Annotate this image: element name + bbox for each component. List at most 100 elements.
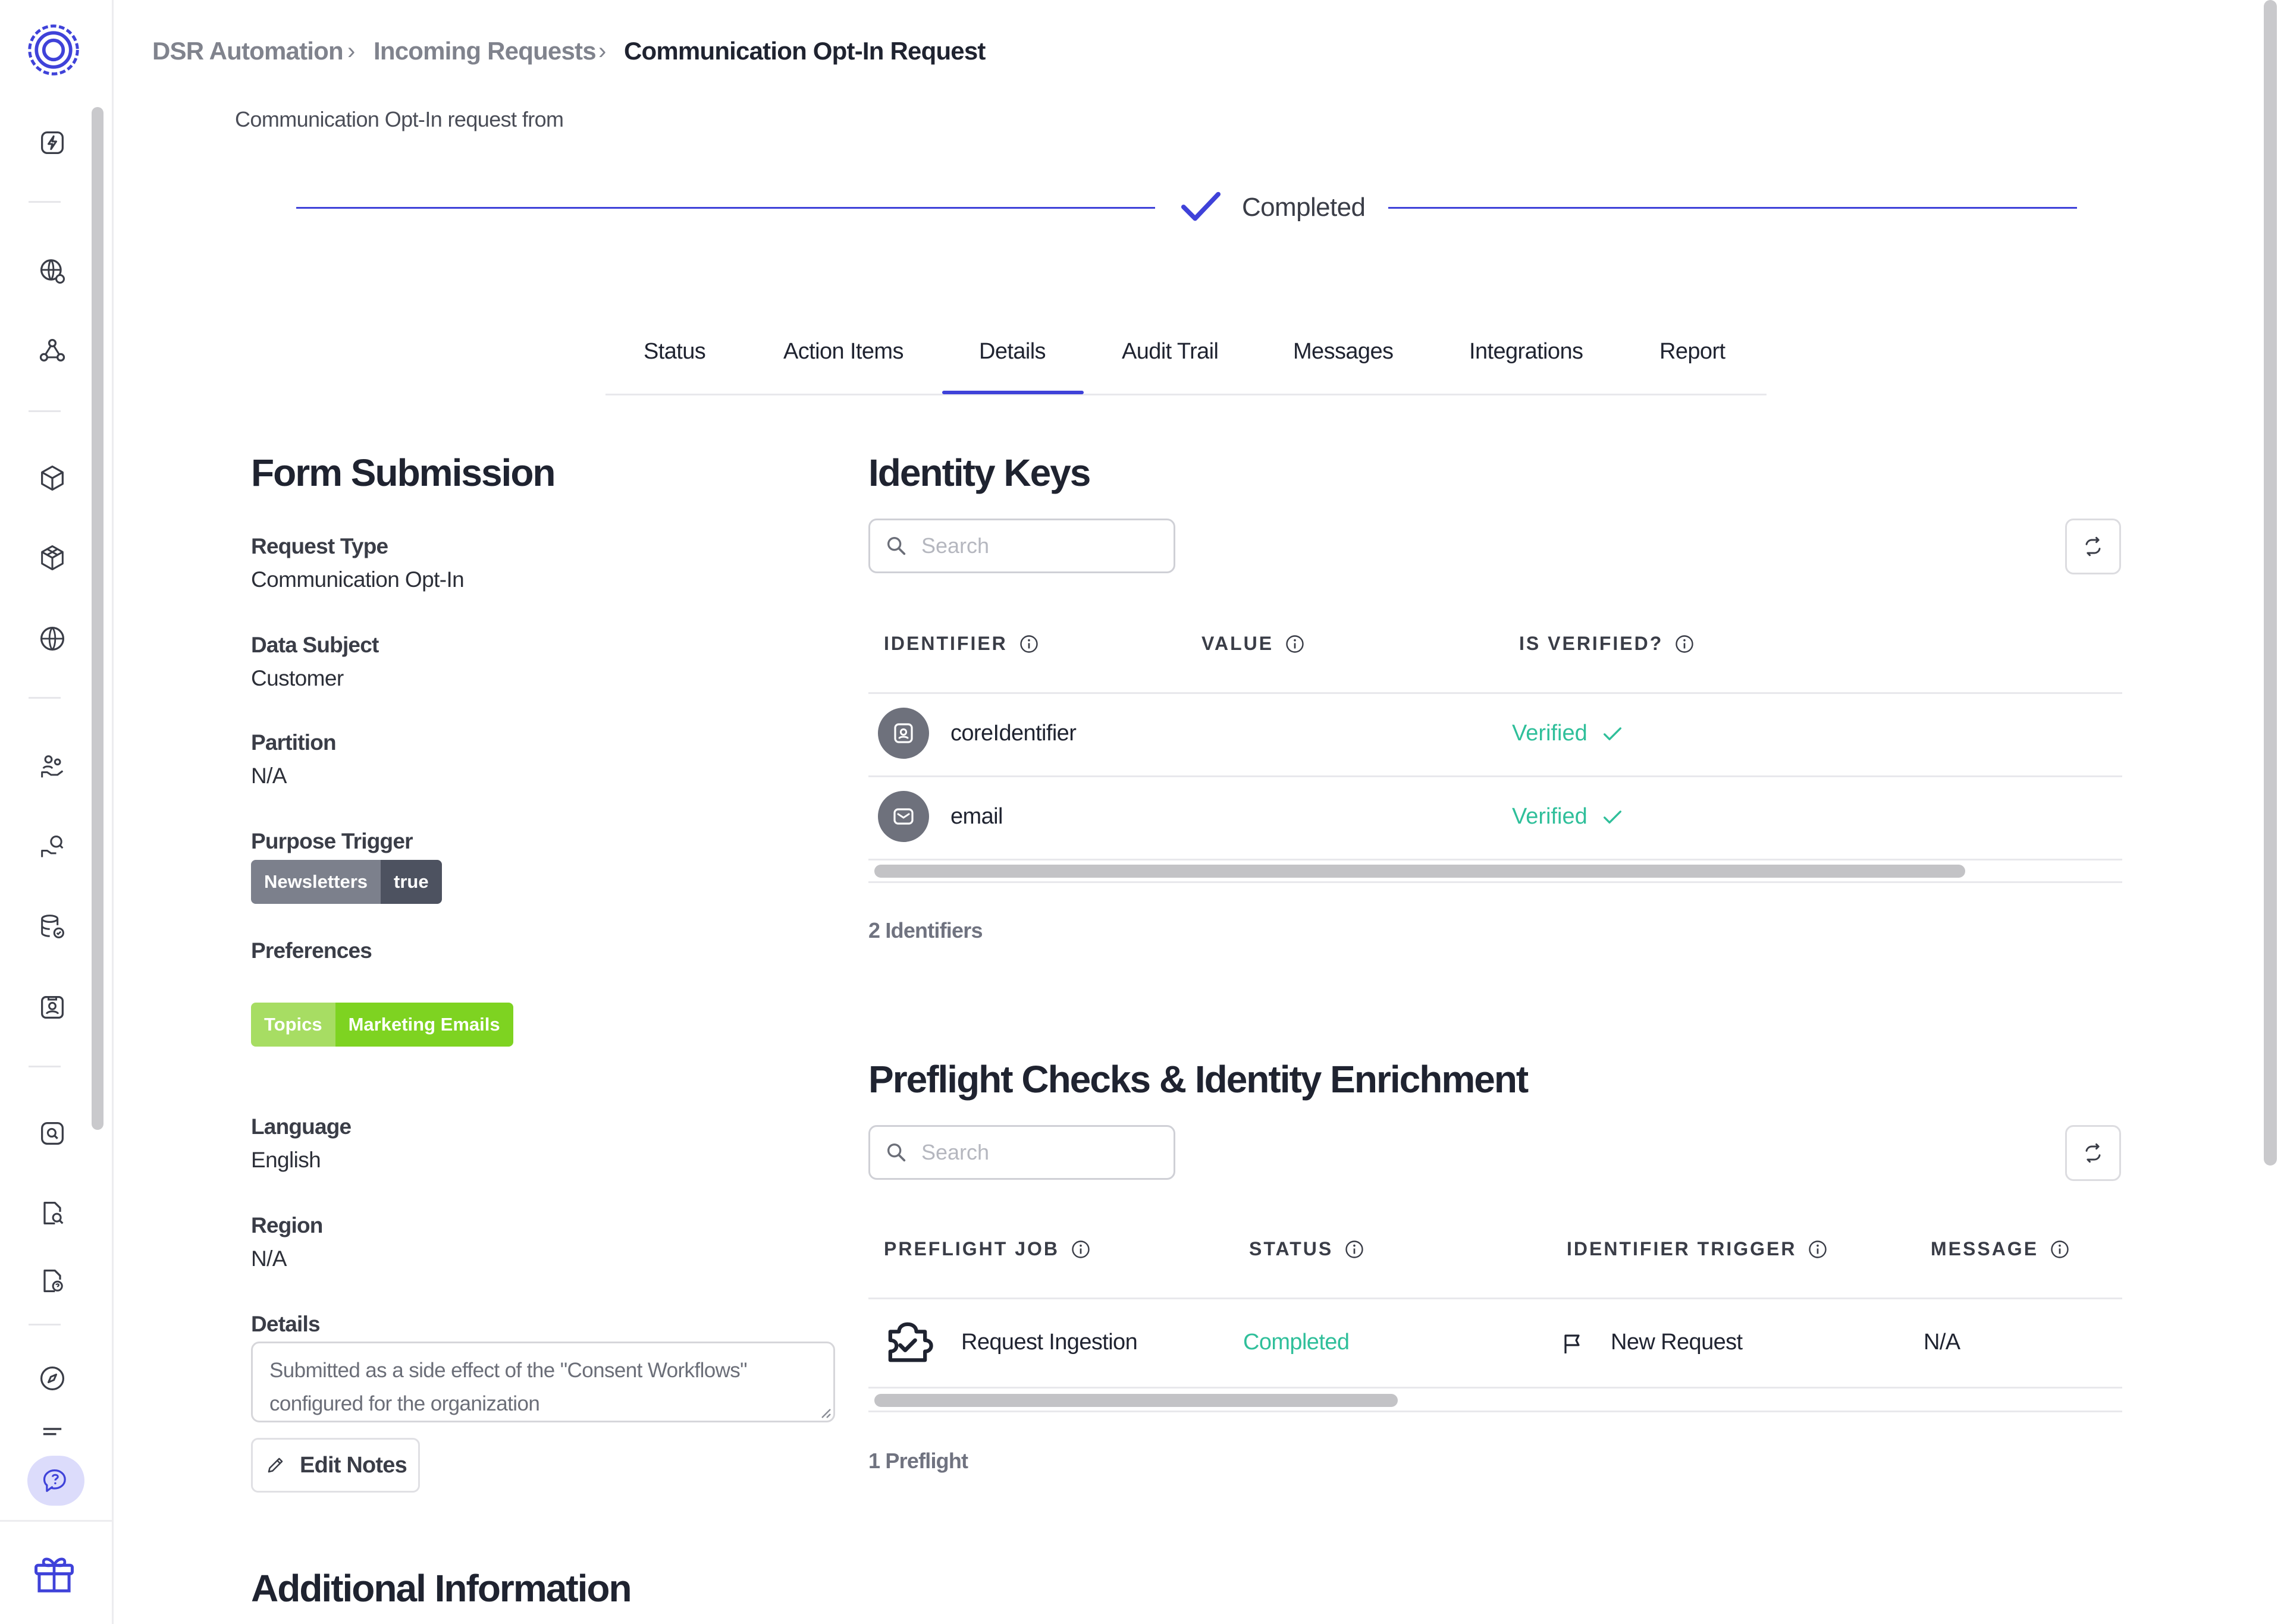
tabs-divider <box>605 394 1767 395</box>
column-preflight-job[interactable]: PREFLIGHT JOB <box>884 1238 1091 1260</box>
chevron-right-icon: › <box>347 38 356 64</box>
tab-details[interactable]: Details <box>979 339 1046 365</box>
column-value-label: VALUE <box>1201 633 1274 654</box>
resize-handle-icon[interactable] <box>820 1407 832 1419</box>
transcend-logo-icon[interactable] <box>26 23 81 77</box>
verified-label: Verified <box>1512 804 1587 829</box>
preflight-count: 1 Preflight <box>868 1449 968 1473</box>
list-icon[interactable] <box>34 1421 70 1439</box>
preflight-horizontal-scrollbar[interactable] <box>874 1394 1398 1407</box>
data-subject-label: Data Subject <box>251 633 379 657</box>
contact-card-icon[interactable] <box>34 990 70 1025</box>
search-placeholder: Search <box>921 1140 990 1164</box>
preflight-message: N/A <box>1924 1330 1960 1355</box>
identifiers-count: 2 Identifiers <box>868 918 983 943</box>
tab-integrations[interactable]: Integrations <box>1469 339 1583 365</box>
preflight-search-input[interactable]: Search <box>868 1125 1175 1180</box>
verified-status: Verified <box>1512 721 1624 746</box>
request-type-value: Communication Opt-In <box>251 567 465 592</box>
identifier-name: email <box>950 804 1003 829</box>
info-icon[interactable] <box>2049 1239 2070 1260</box>
info-icon[interactable] <box>1807 1239 1828 1260</box>
nav-scrollbar[interactable] <box>92 107 103 1130</box>
preflight-job-name: Request Ingestion <box>961 1330 1138 1355</box>
column-is-verified-label: IS VERIFIED? <box>1519 633 1664 654</box>
column-status[interactable]: STATUS <box>1249 1238 1365 1260</box>
breadcrumb-incoming-requests[interactable]: Incoming Requests <box>374 37 597 65</box>
document-question-icon[interactable] <box>34 1263 70 1299</box>
info-icon[interactable] <box>1344 1239 1365 1260</box>
gift-icon[interactable] <box>27 1545 81 1598</box>
network-nodes-icon[interactable] <box>34 333 70 369</box>
checkmark-icon <box>1603 810 1621 824</box>
preflight-title: Preflight Checks & Identity Enrichment <box>868 1058 1529 1101</box>
language-label: Language <box>251 1114 352 1139</box>
info-icon[interactable] <box>1284 633 1306 655</box>
chevron-right-icon: › <box>598 38 607 64</box>
identity-keys-refresh-button[interactable] <box>2065 519 2121 574</box>
compass-icon[interactable] <box>34 1361 70 1396</box>
progress-line-right <box>1388 207 2077 209</box>
preferences-label: Preferences <box>251 938 372 963</box>
help-button[interactable] <box>27 1456 84 1506</box>
table-divider <box>868 692 2122 694</box>
document-search-icon[interactable] <box>34 1195 70 1231</box>
column-message[interactable]: MESSAGE <box>1931 1238 2070 1260</box>
search-placeholder: Search <box>921 533 990 558</box>
tab-action-items[interactable]: Action Items <box>783 339 903 365</box>
lightning-icon[interactable] <box>34 125 70 161</box>
column-preflight-job-label: PREFLIGHT JOB <box>884 1238 1060 1259</box>
refresh-icon <box>2085 1143 2101 1163</box>
preflight-refresh-button[interactable] <box>2065 1125 2121 1181</box>
identifier-name: coreIdentifier <box>950 721 1077 746</box>
info-icon[interactable] <box>1070 1239 1091 1260</box>
cubes-icon[interactable] <box>34 540 70 576</box>
column-is-verified[interactable]: IS VERIFIED? <box>1519 633 1695 655</box>
cube-icon[interactable] <box>34 460 70 496</box>
column-value[interactable]: VALUE <box>1201 633 1306 655</box>
page-scrollbar[interactable] <box>2264 0 2277 1166</box>
preferences-value: Marketing Emails <box>335 1003 513 1047</box>
hand-search-icon[interactable] <box>34 829 70 865</box>
preflight-status: Completed <box>1243 1330 1350 1355</box>
checkmark-icon <box>1181 191 1221 221</box>
additional-information-title: Additional Information <box>251 1567 632 1610</box>
edit-notes-button[interactable]: Edit Notes <box>251 1438 420 1493</box>
identity-keys-horizontal-scrollbar[interactable] <box>874 865 1965 878</box>
checkmark-icon <box>1603 727 1621 740</box>
column-identifier-trigger[interactable]: IDENTIFIER TRIGGER <box>1567 1238 1828 1260</box>
globe-icon[interactable] <box>34 621 70 656</box>
tab-status[interactable]: Status <box>644 339 706 365</box>
breadcrumb-dsr-automation[interactable]: DSR Automation <box>152 37 344 65</box>
tab-audit-trail[interactable]: Audit Trail <box>1122 339 1219 365</box>
identity-keys-search-input[interactable]: Search <box>868 519 1175 573</box>
tab-messages[interactable]: Messages <box>1293 339 1394 365</box>
identity-keys-title: Identity Keys <box>868 451 1091 494</box>
identifier-trigger-value: New Request <box>1611 1330 1743 1355</box>
verified-status: Verified <box>1512 804 1624 830</box>
left-nav-rail <box>0 0 114 1624</box>
globe-gear-icon[interactable] <box>34 253 70 289</box>
column-status-label: STATUS <box>1249 1238 1334 1259</box>
info-icon[interactable] <box>1018 633 1040 655</box>
preferences-tag: Topics Marketing Emails <box>251 1003 513 1047</box>
progress-line-left <box>296 207 1155 209</box>
search-box-icon[interactable] <box>34 1116 70 1151</box>
purpose-trigger-value: true <box>381 860 442 904</box>
question-chat-icon <box>43 1469 66 1492</box>
details-notes-textarea[interactable]: Submitted as a side effect of the "Conse… <box>251 1342 835 1422</box>
column-identifier[interactable]: IDENTIFIER <box>884 633 1040 655</box>
verified-label: Verified <box>1512 721 1587 746</box>
table-divider <box>868 1298 2122 1299</box>
info-icon[interactable] <box>1674 633 1695 655</box>
people-hand-icon[interactable] <box>34 749 70 785</box>
partition-value: N/A <box>251 764 287 788</box>
region-label: Region <box>251 1213 323 1237</box>
flag-icon <box>1564 1334 1580 1353</box>
tab-report[interactable]: Report <box>1659 339 1725 365</box>
database-check-icon[interactable] <box>34 909 70 944</box>
preferences-key: Topics <box>251 1003 335 1047</box>
data-subject-value: Customer <box>251 666 344 690</box>
request-type-label: Request Type <box>251 534 388 558</box>
edit-notes-label: Edit Notes <box>300 1452 407 1478</box>
